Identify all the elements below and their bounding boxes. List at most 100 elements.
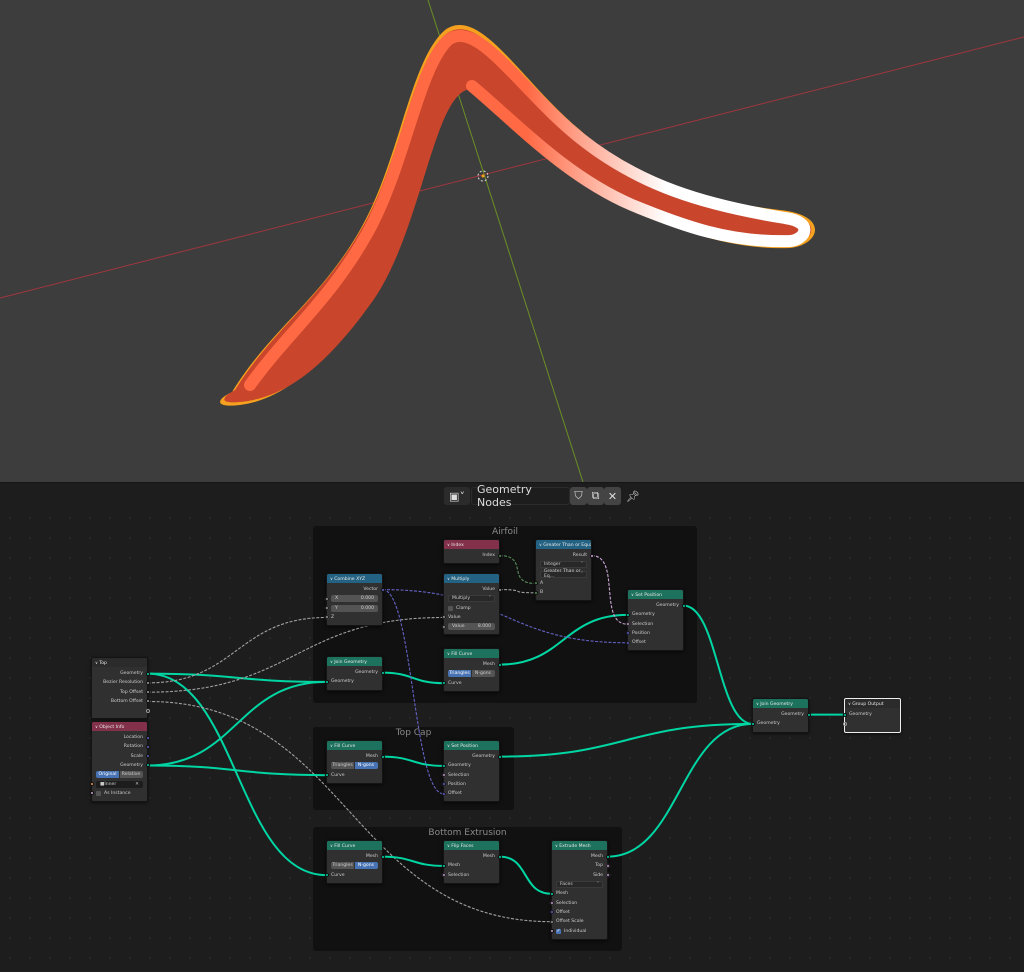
socket[interactable] bbox=[324, 773, 329, 778]
socket[interactable] bbox=[89, 782, 94, 787]
node-groupout[interactable]: Group Output Geometry bbox=[842, 698, 901, 733]
checkbox[interactable] bbox=[96, 790, 101, 796]
node-header[interactable]: Greater Than or Equal bbox=[536, 540, 591, 549]
toggle-option[interactable]: Triangles bbox=[331, 862, 354, 870]
pin-button[interactable]: 📌︎ bbox=[625, 487, 641, 505]
dropdown[interactable]: Greater Than or Eq... ˅ bbox=[540, 569, 587, 579]
node-header[interactable]: Fill Curve bbox=[327, 741, 382, 750]
socket[interactable] bbox=[681, 603, 686, 608]
socket[interactable] bbox=[441, 863, 446, 868]
dropdown[interactable]: Multiply ˅ bbox=[448, 595, 495, 603]
socket[interactable] bbox=[441, 681, 446, 686]
unlink-button[interactable]: ✕ bbox=[604, 487, 621, 505]
value-field[interactable]: Value 8.000 bbox=[448, 623, 495, 631]
node-header[interactable]: Set Position bbox=[628, 590, 683, 599]
socket[interactable] bbox=[750, 721, 755, 726]
socket[interactable] bbox=[842, 721, 847, 726]
node-header[interactable]: Index bbox=[444, 540, 499, 549]
node-flip[interactable]: Flip Faces Mesh Mesh Selection bbox=[441, 840, 502, 884]
socket[interactable] bbox=[589, 553, 594, 558]
node-header[interactable]: Fill Curve bbox=[327, 841, 382, 850]
socket[interactable] bbox=[497, 587, 502, 592]
pin-icon: 📌︎ bbox=[626, 489, 640, 503]
node-index[interactable]: Index Index bbox=[443, 539, 502, 565]
socket[interactable] bbox=[145, 754, 150, 759]
node-body: Geometry Bezier Resolution Top Offset Botto… bbox=[92, 667, 150, 718]
node-header[interactable]: Flip Faces bbox=[444, 841, 499, 850]
socket[interactable] bbox=[145, 680, 150, 685]
socket[interactable] bbox=[145, 763, 150, 768]
editor-type-button[interactable]: ▣˅ bbox=[444, 487, 470, 505]
socket[interactable] bbox=[549, 928, 554, 933]
node-header[interactable]: Group Output bbox=[845, 699, 900, 708]
node-fill1[interactable]: Fill Curve Mesh TrianglesN-gons Curve bbox=[441, 648, 502, 692]
duplicate-button[interactable]: ⧉ bbox=[587, 487, 604, 505]
node-header[interactable]: Multiply bbox=[444, 574, 499, 583]
socket[interactable] bbox=[145, 735, 150, 740]
node-gte[interactable]: Greater Than or Equal Result Integer ˅Great… bbox=[533, 539, 594, 602]
value-field[interactable]: X 0.000 bbox=[331, 595, 378, 603]
checkbox[interactable] bbox=[448, 605, 453, 611]
node-header[interactable]: Join Geometry bbox=[753, 699, 808, 708]
node-editor-canvas[interactable]: AirfoilTop CapBottom Extrusion TopGeomet… bbox=[0, 508, 1024, 972]
socket[interactable] bbox=[497, 662, 502, 667]
node-tree-name-field[interactable]: Geometry Nodes bbox=[471, 483, 570, 509]
node-header[interactable]: Combine XYZ bbox=[327, 574, 382, 583]
socket[interactable] bbox=[380, 854, 385, 859]
socket[interactable] bbox=[324, 679, 329, 684]
socket[interactable] bbox=[145, 708, 150, 713]
node-extrude[interactable]: Extrude Mesh Mesh Top Side Faces ˅ Mesh Selecti… bbox=[549, 840, 610, 940]
socket[interactable] bbox=[625, 612, 630, 617]
dropdown[interactable]: Faces ˅ bbox=[556, 881, 603, 889]
socket[interactable] bbox=[605, 854, 610, 859]
checkbox[interactable]: ✓ bbox=[556, 928, 561, 934]
socket[interactable] bbox=[497, 854, 502, 859]
node-header[interactable]: Fill Curve bbox=[444, 649, 499, 658]
toggle-option[interactable]: Original bbox=[96, 771, 119, 779]
fake-user-button[interactable]: ⛉ bbox=[570, 487, 587, 505]
node-setpos1[interactable]: Set Position GeometryGeometry Selection Pos… bbox=[625, 589, 686, 652]
socket[interactable] bbox=[441, 763, 446, 768]
socket[interactable] bbox=[89, 791, 94, 796]
toggle-option[interactable]: N-gons bbox=[354, 862, 378, 870]
node-objinfo[interactable]: Object Info Location Rotation Scale Geometry… bbox=[89, 721, 150, 803]
socket[interactable] bbox=[497, 754, 502, 759]
node-combine[interactable]: Combine XYZ Vector X 0.000 Y 0.000 Z bbox=[324, 573, 385, 627]
socket[interactable] bbox=[380, 754, 385, 759]
value-field[interactable]: Y 0.000 bbox=[331, 604, 378, 612]
socket[interactable] bbox=[380, 670, 385, 675]
socket[interactable] bbox=[324, 873, 329, 878]
node-fill2[interactable]: Fill Curve Mesh TrianglesN-gons Curve bbox=[324, 740, 385, 784]
socket[interactable] bbox=[145, 699, 150, 704]
3d-viewport[interactable] bbox=[0, 0, 1024, 482]
socket[interactable] bbox=[145, 671, 150, 676]
node-header[interactable]: Join Geometry bbox=[327, 657, 382, 666]
socket[interactable] bbox=[549, 891, 554, 896]
node-join1[interactable]: Join GeometryGeometryGeometry bbox=[324, 656, 385, 691]
node-setpos2[interactable]: Set Position GeometryGeometry Selection Pos… bbox=[441, 740, 502, 803]
socket[interactable] bbox=[145, 744, 150, 749]
node-top[interactable]: Top Geometry Bezier Resolution Top Offset Bo… bbox=[91, 657, 150, 720]
node-header[interactable]: Extrude Mesh bbox=[552, 841, 607, 850]
socket[interactable] bbox=[380, 587, 385, 592]
node-join2[interactable]: Join GeometryGeometryGeometry bbox=[750, 698, 811, 733]
node-header[interactable]: Set Position bbox=[444, 741, 499, 750]
socket[interactable] bbox=[806, 712, 811, 717]
node-header[interactable]: Object Info bbox=[92, 722, 147, 731]
toggle-option[interactable]: Triangles bbox=[331, 762, 354, 770]
toggle-option[interactable]: Triangles bbox=[448, 670, 471, 678]
dropdown[interactable]: Integer ˅ bbox=[540, 561, 587, 569]
toggle-option[interactable]: Relative bbox=[119, 771, 143, 779]
socket[interactable] bbox=[533, 590, 538, 595]
node-multiply[interactable]: Multiply Value Multiply ˅ Clamp Value Value 8.0… bbox=[441, 573, 502, 636]
socket[interactable] bbox=[842, 712, 847, 717]
node-fill3[interactable]: Fill Curve Mesh TrianglesN-gons Curve bbox=[324, 840, 385, 884]
socket[interactable] bbox=[533, 581, 538, 586]
clear-icon[interactable]: ✕ bbox=[135, 782, 139, 787]
toggle-option[interactable]: N-gons bbox=[354, 762, 378, 770]
node-header[interactable]: Top bbox=[92, 658, 147, 667]
socket[interactable] bbox=[497, 553, 502, 558]
socket[interactable] bbox=[145, 690, 150, 695]
object-field[interactable]: ■ Inner ✕ bbox=[96, 780, 143, 788]
toggle-option[interactable]: N-gons bbox=[471, 670, 495, 678]
